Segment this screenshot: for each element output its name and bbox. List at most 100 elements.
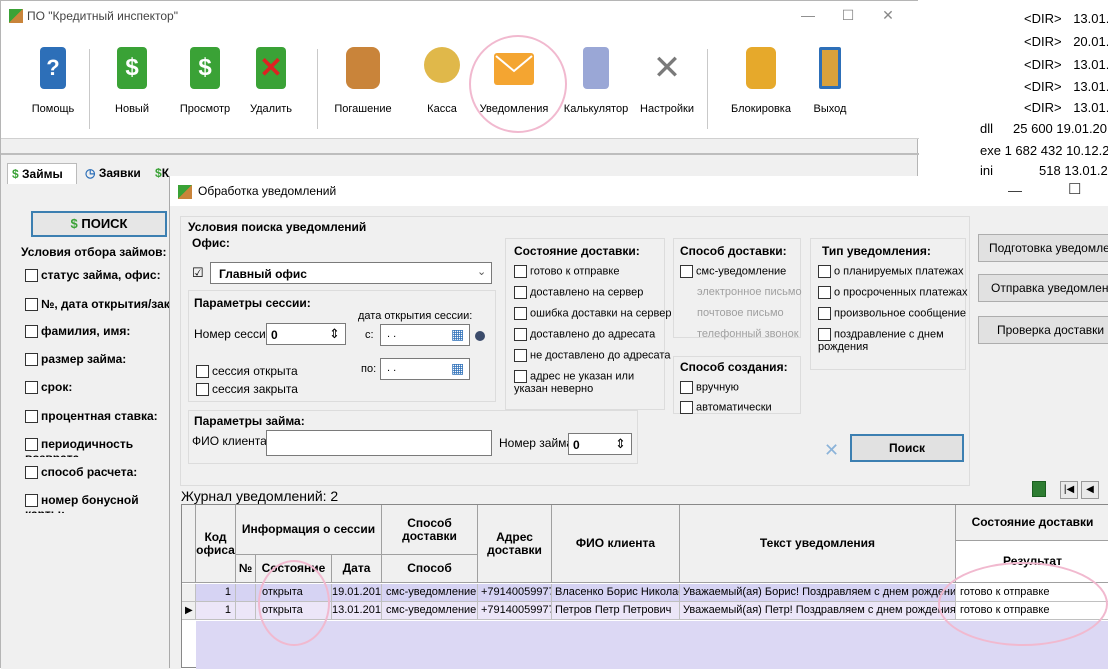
left-panel (1, 191, 181, 669)
tab-requests[interactable]: ◷ Заявки (81, 163, 145, 183)
client-name-input[interactable] (266, 430, 492, 456)
checkbox[interactable] (25, 298, 38, 312)
checkbox[interactable] (25, 353, 38, 367)
filter-title: Условия отбора займов: (21, 245, 167, 259)
spinner-icon[interactable]: ⇕ (329, 326, 340, 342)
state-bad-address-checkbox[interactable]: адрес не указан или указан неверно (514, 370, 660, 396)
delete-button[interactable]: ✕ Удалить (243, 47, 299, 115)
calculator-button[interactable]: Калькулятор (561, 47, 631, 115)
date-to-input[interactable]: . . ▦ (380, 358, 470, 380)
prepare-notifications-button[interactable]: Подготовка уведомле (978, 234, 1108, 262)
help-book-icon: ? (40, 47, 66, 89)
highlight-circle (258, 560, 330, 646)
checkbox[interactable] (25, 381, 38, 395)
minimize-icon[interactable]: — (793, 7, 823, 25)
state-server-error-checkbox[interactable]: ошибка доставки на сервер (514, 307, 671, 320)
loan-number-label: Номер займа: (499, 436, 577, 450)
repayment-button[interactable]: Погашение (329, 47, 397, 115)
checkbox[interactable] (25, 494, 38, 508)
creation-method-title: Способ создания: (680, 360, 788, 374)
app-icon (9, 9, 23, 23)
maximize-icon[interactable]: ☐ (833, 7, 863, 25)
state-ready-checkbox[interactable]: готово к отправке (514, 265, 619, 278)
delivery-state-title: Состояние доставки: (514, 244, 640, 258)
session-number-input[interactable]: 0 ⇕ (266, 323, 346, 345)
filter-status[interactable]: статус займа, офис: (25, 268, 181, 288)
method-phone-label: телефонный звонок (697, 328, 799, 340)
cash-button[interactable]: Касса (419, 47, 465, 115)
send-notifications-button[interactable]: Отправка уведомлен (978, 274, 1108, 302)
office-checkbox[interactable]: ☑ (192, 265, 204, 281)
date-from-input[interactable]: . . ▦ (380, 324, 470, 346)
method-sms-checkbox[interactable]: смс-уведомление (680, 265, 786, 278)
filter-rate[interactable]: процентная ставка: (25, 409, 181, 429)
state-not-delivered-checkbox[interactable]: не доставлено до адресата (514, 349, 670, 362)
type-overdue-checkbox[interactable]: о просроченных платежах (818, 286, 967, 299)
spinner-icon[interactable]: ⇕ (615, 436, 626, 452)
office-label: Офис: (192, 236, 230, 250)
dollar-view-icon: $ (190, 47, 220, 89)
type-birthday-checkbox[interactable]: поздравление с днем рождения (818, 328, 962, 354)
calculator-icon (583, 47, 609, 89)
new-button[interactable]: $ Новый (107, 47, 157, 115)
type-custom-checkbox[interactable]: произвольное сообщение (818, 307, 966, 320)
first-page-icon[interactable]: |◀ (1060, 481, 1078, 499)
excel-icon[interactable] (1032, 481, 1046, 497)
header-address: Адрес доставки (478, 505, 552, 583)
search-button[interactable]: Поиск (850, 434, 964, 462)
session-closed-checkbox[interactable]: сессия закрыта (196, 382, 298, 397)
exit-button[interactable]: Выход (805, 47, 855, 115)
type-planned-checkbox[interactable]: о планируемых платежах (818, 265, 964, 278)
filter-calc-method[interactable]: способ расчета: (25, 465, 181, 485)
checkbox[interactable] (25, 410, 38, 424)
view-button[interactable]: $ Просмотр (175, 47, 235, 115)
session-date-label: дата открытия сессии: (358, 310, 473, 322)
filter-name[interactable]: фамилия, имя: (25, 324, 181, 344)
maximize-icon[interactable]: ☐ (1068, 180, 1081, 198)
dollar-icon: $ (155, 166, 162, 180)
state-server-checkbox[interactable]: доставлено на сервер (514, 286, 643, 299)
office-select[interactable]: Главный офис ⌄ (210, 262, 492, 284)
header-session-date: Дата (332, 555, 382, 583)
minimize-icon[interactable]: — (1008, 182, 1022, 198)
session-open-checkbox[interactable]: сессия открыта (196, 364, 298, 379)
checkbox[interactable] (25, 438, 38, 452)
filter-periodicity[interactable]: периодичность возврата (25, 437, 181, 457)
state-delivered-checkbox[interactable]: доставлено до адресата (514, 328, 655, 341)
filter-bonus-card[interactable]: номер бонусной карты: (25, 493, 181, 513)
file-row: <DIR> 13.01.20 (1024, 11, 1108, 26)
method-mail-label: почтовое письмо (697, 307, 784, 319)
window-title: ПО "Кредитный инспектор" (27, 9, 178, 23)
creation-auto-checkbox[interactable]: автоматически (680, 401, 772, 414)
dollar-new-icon: $ (117, 47, 147, 89)
checkbox[interactable] (25, 466, 38, 480)
filter-amount[interactable]: размер займа: (25, 352, 181, 372)
help-button[interactable]: ? Помощь (25, 47, 81, 115)
loan-number-input[interactable]: 0 ⇕ (568, 433, 632, 455)
current-row-indicator: ▶ (182, 602, 196, 620)
repayment-icon (346, 47, 380, 89)
filter-number-date[interactable]: №, дата открытия/закр. (25, 297, 181, 317)
session-params-title: Параметры сессии: (194, 296, 311, 310)
main-search-button[interactable]: $ ПОИСК (31, 211, 167, 237)
filter-term[interactable]: срок: (25, 380, 181, 400)
creation-manual-checkbox[interactable]: вручную (680, 381, 739, 394)
from-label: с: (365, 329, 374, 341)
lock-button[interactable]: Блокировка (725, 47, 797, 115)
highlight-circle (469, 35, 567, 133)
prev-page-icon[interactable]: ◀ (1081, 481, 1099, 499)
checkbox[interactable] (25, 269, 38, 283)
settings-button[interactable]: ✕ Настройки (635, 47, 699, 115)
close-icon[interactable]: ✕ (873, 7, 903, 25)
check-delivery-button[interactable]: Проверка доставки (978, 316, 1108, 344)
checkbox[interactable] (25, 325, 38, 339)
info-icon[interactable] (475, 331, 485, 341)
clear-icon[interactable]: ✕ (824, 440, 839, 461)
calendar-icon[interactable]: ▦ (451, 326, 464, 343)
tab-loans[interactable]: $ Займы (7, 163, 77, 184)
padlock-icon (746, 47, 776, 89)
dollar-icon: $ (12, 167, 19, 181)
calendar-icon[interactable]: ▦ (451, 360, 464, 377)
door-exit-icon (819, 47, 841, 89)
header-session-info: Информация о сессии (236, 505, 382, 555)
